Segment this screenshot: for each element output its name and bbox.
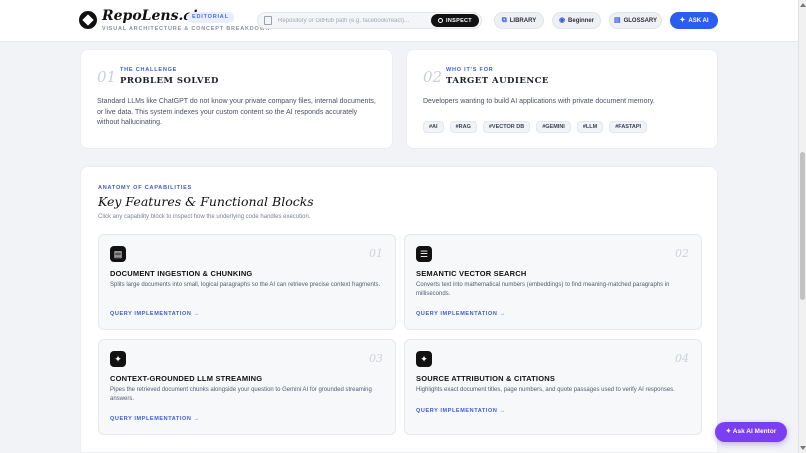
tag: #LLM [576, 121, 604, 133]
tag: #GEMINI [536, 121, 571, 133]
tag: #VECTOR DB [482, 121, 531, 133]
challenge-card: 01 THE CHALLENGE PROBLEM SOLVED Standard… [80, 49, 393, 149]
tag: #RAG [449, 121, 477, 133]
level-button[interactable]: ◉ Beginner [552, 12, 601, 29]
ask-ai-button[interactable]: ✦ ASK AI [670, 12, 718, 29]
audience-card: 02 WHO IT'S FOR TARGET AUDIENCE Develope… [406, 49, 718, 149]
query-implementation-link[interactable]: QUERY IMPLEMENTATION → [416, 408, 506, 414]
feature-number: 04 [675, 352, 689, 365]
tag: #AI [423, 121, 444, 133]
scrollbar[interactable] [798, 0, 806, 453]
sparkle-icon: ✦ [725, 428, 733, 435]
top-header: RepoLens.ai EDITORIAL VISUAL ARCHITECTUR… [0, 0, 806, 42]
glossary-button[interactable]: ▤ GLOSSARY [609, 12, 662, 29]
sparkle-icon: ✦ [110, 351, 126, 367]
document-icon: ▤ [110, 246, 126, 262]
card-eyebrow: WHO IT'S FOR [446, 67, 494, 73]
library-label: LIBRARY [509, 18, 537, 24]
feature-text: Splits large documents into small, logic… [110, 282, 381, 288]
feature-title: SEMANTIC VECTOR SEARCH [416, 269, 527, 278]
scroll-down-icon[interactable] [800, 446, 806, 450]
query-implementation-link[interactable]: QUERY IMPLEMENTATION → [416, 311, 506, 317]
inspect-button[interactable]: INSPECT [431, 14, 479, 27]
scroll-up-icon[interactable] [800, 3, 806, 7]
tag-list: #AI #RAG #VECTOR DB #GEMINI #LLM #FASTAP… [423, 121, 648, 133]
feature-number: 01 [369, 247, 383, 260]
section-title: Key Features & Functional Blocks [98, 194, 314, 209]
scroll-thumb[interactable] [800, 152, 805, 300]
card-text: Standard LLMs like ChatGPT do not know y… [97, 98, 376, 126]
database-icon: ☰ [416, 246, 432, 262]
card-number: 01 [97, 68, 117, 86]
feature-number: 03 [369, 352, 383, 365]
sparkle-icon: ✦ [416, 351, 432, 367]
feature-title: CONTEXT-GROUNDED LLM STREAMING [110, 374, 263, 383]
tag: #FASTAPI [609, 121, 648, 133]
card-number: 02 [423, 68, 443, 86]
book-icon: ▤ [613, 17, 621, 24]
logo-icon[interactable] [79, 11, 97, 29]
editorial-badge: EDITORIAL [187, 12, 234, 23]
library-icon: ⧉ [501, 17, 507, 24]
search-bar: INSPECT [257, 12, 482, 29]
brand-subtitle: VISUAL ARCHITECTURE & CONCEPT BREAKDOWN [102, 26, 271, 32]
brand-name[interactable]: RepoLens.ai [102, 8, 198, 24]
feature-card-citations[interactable]: ✦ 04 SOURCE ATTRIBUTION & CITATIONS High… [404, 339, 702, 435]
mentor-label: Ask AI Mentor [732, 428, 777, 435]
ask-ai-label: ASK AI [688, 18, 709, 24]
feature-text: Converts text into mathematical numbers … [416, 282, 670, 297]
level-label: Beginner [568, 18, 595, 24]
card-eyebrow: THE CHALLENGE [120, 67, 178, 73]
level-icon: ◉ [558, 17, 566, 24]
ask-ai-mentor-button[interactable]: ✦ Ask AI Mentor [715, 422, 787, 442]
search-icon [438, 17, 444, 23]
repository-icon [264, 16, 272, 25]
card-text: Developers wanting to build AI applicati… [423, 98, 655, 105]
feature-text: Pipes the retrieved document chunks alon… [110, 387, 372, 402]
feature-card-llm-streaming[interactable]: ✦ 03 CONTEXT-GROUNDED LLM STREAMING Pipe… [98, 339, 396, 435]
section-subtitle: Click any capability block to inspect ho… [98, 214, 311, 220]
feature-title: SOURCE ATTRIBUTION & CITATIONS [416, 374, 556, 383]
feature-number: 02 [675, 247, 689, 260]
glossary-label: GLOSSARY [623, 18, 658, 24]
sparkle-icon: ✦ [679, 17, 686, 24]
section-eyebrow: ANATOMY OF CAPABILITIES [98, 185, 193, 191]
capabilities-panel: ANATOMY OF CAPABILITIES Key Features & F… [80, 166, 718, 453]
feature-title: DOCUMENT INGESTION & CHUNKING [110, 269, 253, 278]
card-title: TARGET AUDIENCE [446, 76, 549, 86]
feature-card-ingestion[interactable]: ▤ 01 DOCUMENT INGESTION & CHUNKING Split… [98, 234, 396, 330]
feature-card-vector-search[interactable]: ☰ 02 SEMANTIC VECTOR SEARCH Converts tex… [404, 234, 702, 330]
search-input[interactable] [278, 15, 428, 26]
feature-text: Highlights exact document titles, page n… [416, 387, 675, 393]
inspect-label: INSPECT [446, 17, 472, 24]
query-implementation-link[interactable]: QUERY IMPLEMENTATION → [110, 416, 200, 422]
card-title: PROBLEM SOLVED [120, 76, 219, 86]
query-implementation-link[interactable]: QUERY IMPLEMENTATION → [110, 311, 200, 317]
library-button[interactable]: ⧉ LIBRARY [494, 12, 544, 29]
